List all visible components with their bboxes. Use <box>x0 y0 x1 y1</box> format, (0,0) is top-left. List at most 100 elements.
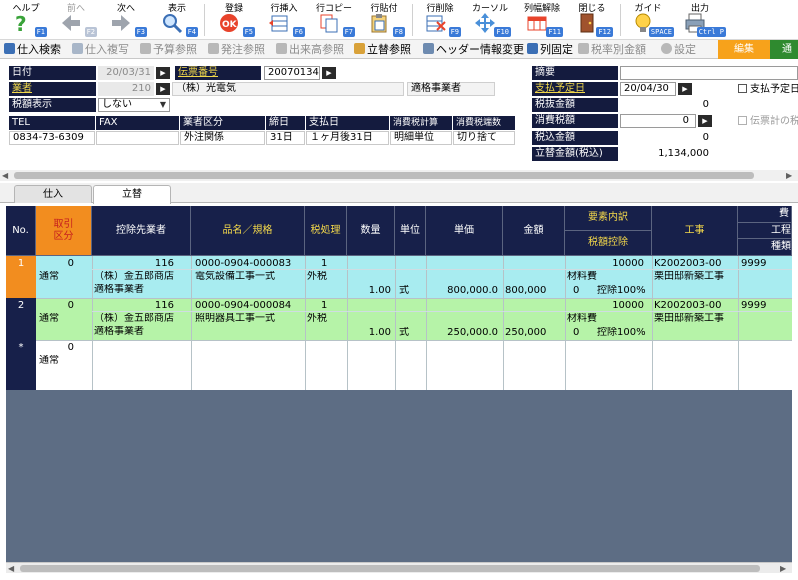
menu-header-change[interactable]: ヘッダー情報変更 <box>423 42 524 57</box>
col-header-deduct[interactable]: 控除先業者 <box>92 206 191 256</box>
menu-column-fix[interactable]: 列固定 <box>527 42 573 57</box>
row-insert-button[interactable]: 行挿入 F6 <box>260 0 308 40</box>
grid-line <box>565 256 566 390</box>
output-key: Ctrl P <box>696 27 726 37</box>
col-header-item[interactable]: 品名／規格 <box>191 206 305 256</box>
row1-koji-code: K2002003-00 <box>654 258 722 269</box>
svg-text:?: ? <box>15 12 27 34</box>
close-button[interactable]: 閉じる F12 <box>568 0 616 40</box>
next-button[interactable]: 次へ F3 <box>102 0 150 40</box>
closing-day-label: 締日 <box>266 116 305 130</box>
header-scrollbar[interactable]: ◀ ▶ <box>0 170 798 181</box>
col-header-unit[interactable]: 単位 <box>395 206 426 256</box>
scroll-right-icon[interactable]: ▶ <box>780 563 786 574</box>
row-insert-icon <box>269 15 288 32</box>
col-header-qty[interactable]: 数量 <box>347 206 395 256</box>
row-copy-button[interactable]: 行コピー F7 <box>310 0 358 40</box>
table-row[interactable] <box>36 340 792 390</box>
row1-code: 0 <box>67 258 74 269</box>
row1-number[interactable]: 1 <box>6 256 36 298</box>
row-delete-icon <box>426 15 446 32</box>
col-header-shu[interactable]: 種類 <box>738 239 792 256</box>
slip-number-field[interactable]: 20070134 <box>264 66 320 80</box>
row2-number[interactable]: 2 <box>6 298 36 340</box>
menu-purchase-search[interactable]: 仕入検索 <box>4 42 61 57</box>
row2-deduct-type: 適格事業者 <box>94 326 144 337</box>
menu-label: 列固定 <box>540 43 573 56</box>
incl-tax-value: 0 <box>702 132 709 143</box>
grid-scrollbar[interactable]: ◀ ▶ <box>6 562 792 573</box>
pay-plan-checkbox[interactable]: 支払予定日 <box>738 83 798 96</box>
menu-purchase-copy[interactable]: 仕入複写 <box>72 42 129 57</box>
summary-field[interactable] <box>620 66 798 80</box>
col-header-taxproc[interactable]: 税処理 <box>305 206 347 256</box>
row2-element-code: 10000 <box>612 300 644 311</box>
incl-tax-label: 税込金額 <box>532 131 618 145</box>
output-button[interactable]: 出力 Ctrl P <box>676 0 726 40</box>
row-paste-button[interactable]: 行貼付 F8 <box>360 0 408 40</box>
col-width-reset-key: F11 <box>546 27 563 37</box>
column-fix-icon <box>527 43 538 54</box>
cursor-button[interactable]: カーソル F10 <box>466 0 514 40</box>
col-width-reset-button[interactable]: 列幅解除 F11 <box>518 0 566 40</box>
scroll-left-icon[interactable]: ◀ <box>2 170 8 181</box>
col-header-koji[interactable]: 工事 <box>652 206 738 256</box>
checkbox-box <box>738 116 747 125</box>
scroll-thumb[interactable] <box>14 172 754 179</box>
tax-amount-field[interactable]: 0 <box>620 114 696 128</box>
tab-advance[interactable]: 立替 <box>93 185 171 204</box>
checkbox-box <box>738 84 747 93</box>
close-key: F12 <box>596 27 613 37</box>
date-picker-button[interactable]: ▶ <box>156 67 170 79</box>
scroll-left-icon[interactable]: ◀ <box>8 563 14 574</box>
pay-plan-picker-button[interactable]: ▶ <box>678 83 692 95</box>
col-header-kubun[interactable]: 取引 区分 <box>36 206 92 256</box>
chevron-down-icon[interactable]: ▼ <box>156 98 170 111</box>
header-edit-icon <box>423 43 434 54</box>
date-field[interactable]: 20/03/31 <box>98 66 154 80</box>
paste-icon <box>371 14 387 33</box>
row1-amount: 800,000 <box>505 285 547 296</box>
tax-amount-picker-button[interactable]: ▶ <box>698 115 712 127</box>
show-button[interactable]: 表示 F4 <box>153 0 201 40</box>
row1-unit: 式 <box>399 285 409 296</box>
menu-tax-rate-amount[interactable]: 税率別金額 <box>578 42 646 57</box>
col-header-amount[interactable]: 金額 <box>503 206 565 256</box>
prev-button[interactable]: 前へ F2 <box>52 0 100 40</box>
row1-item-code: 0000-0904-000083 <box>195 258 292 269</box>
scroll-thumb[interactable] <box>20 565 760 572</box>
pay-plan-field[interactable]: 20/04/30 <box>620 82 676 96</box>
grid-line <box>503 256 504 390</box>
payment-day-label: 支払日 <box>306 116 389 130</box>
menu-advance-ref[interactable]: 立替参照 <box>354 42 411 57</box>
col-header-hi[interactable]: 費 <box>738 206 792 223</box>
row-insert-key: F6 <box>292 27 305 37</box>
slip-picker-button[interactable]: ▶ <box>322 67 336 79</box>
slip-total-tax-checkbox[interactable]: 伝票計の税 <box>738 115 798 128</box>
vendor-code-field[interactable]: 210 <box>98 82 154 96</box>
tab-purchase[interactable]: 仕入 <box>14 185 92 203</box>
row2-qty: 1.00 <box>368 327 391 338</box>
vendor-picker-button[interactable]: ▶ <box>156 83 170 95</box>
row2-koji-code: K2002003-00 <box>654 300 722 311</box>
guide-button[interactable]: ガイド SPACE <box>624 0 674 40</box>
row2-price: 250,000.0 <box>447 327 498 338</box>
col-header-element[interactable]: 要素内訳 <box>565 206 652 231</box>
col-header-taxded[interactable]: 税額控除 <box>565 231 652 256</box>
col-header-kou[interactable]: 工程 <box>738 223 792 239</box>
row2-koji-name: 栗田邸新築工事 <box>654 313 724 324</box>
menu-label: 出来高参照 <box>289 43 344 56</box>
col-header-price[interactable]: 単価 <box>426 206 503 256</box>
row-delete-button[interactable]: 行削除 F9 <box>416 0 464 40</box>
grid-line <box>36 298 792 299</box>
grid-line <box>191 256 192 390</box>
new-row-marker[interactable]: * <box>6 340 36 390</box>
menu-progress-ref[interactable]: 出来高参照 <box>276 42 344 57</box>
menu-budget-ref[interactable]: 予算参照 <box>140 42 197 57</box>
row1-element-deduction: 控除100% <box>597 285 646 296</box>
scroll-right-icon[interactable]: ▶ <box>786 170 792 181</box>
help-button[interactable]: ヘルプ ? F1 <box>2 0 50 40</box>
register-button[interactable]: 登録 OK F5 <box>210 0 258 40</box>
menu-order-ref[interactable]: 発注参照 <box>208 42 265 57</box>
menu-settings[interactable]: 設定 <box>661 42 696 57</box>
